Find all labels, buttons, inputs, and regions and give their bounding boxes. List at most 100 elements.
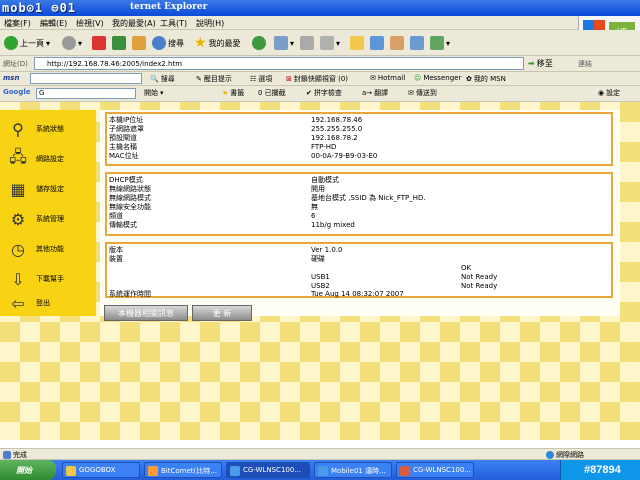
ie-icon [318, 466, 328, 476]
stop-icon [92, 36, 106, 50]
network-icon: 🖧 [9, 146, 27, 166]
messenger-button[interactable] [370, 34, 384, 52]
forward-arrow-icon [62, 36, 76, 50]
translate-icon: a→ [362, 89, 373, 97]
mail-icon: ✉ [370, 74, 376, 82]
spellcheck-button[interactable]: ✔ 拼字檢查 [306, 88, 342, 98]
about-device-button[interactable]: 本機器相關訊息 [104, 305, 188, 321]
info-value: Ver 1.0.0 [311, 246, 343, 254]
taskbar-item-mobile01[interactable]: Mobile01 議時... [314, 462, 392, 478]
menu-file[interactable]: 檔案(F) [4, 18, 31, 29]
info-value: 無 [311, 203, 318, 211]
back-button[interactable]: 上一頁 ▾ [4, 34, 50, 52]
edit-icon [320, 36, 334, 50]
msn-search-input[interactable] [30, 73, 142, 84]
device-status: OK [461, 264, 472, 272]
info-value: 自動模式 [311, 176, 339, 184]
device-status: Not Ready [461, 282, 498, 290]
globe-icon [546, 451, 554, 459]
messenger-icon: ☺ [414, 74, 422, 82]
msn-logo: msn [3, 74, 20, 82]
forward-button[interactable]: ▾ [62, 34, 82, 52]
info-label: 本機IP位址 [109, 116, 144, 124]
research-button[interactable] [390, 34, 404, 52]
watermark-text: #87894 [584, 464, 621, 476]
nav-item-system-status[interactable]: ⚲ 系統狀態 [0, 114, 96, 144]
nav-item-logout[interactable]: ⇦ 登出 [0, 292, 96, 314]
folder-button[interactable] [350, 34, 364, 52]
menu-view[interactable]: 檢視(V) [76, 18, 104, 29]
messenger-icon [370, 36, 384, 50]
hotmail-button[interactable]: ✉ Hotmail [370, 74, 405, 82]
refresh-icon [112, 36, 126, 50]
nav-item-storage-settings[interactable]: ▦ 儲存設定 [0, 174, 96, 204]
info-label: 頻道 [109, 212, 123, 220]
send-to-button[interactable]: ✉ 傳送到 [408, 88, 437, 98]
highlight-button[interactable]: ✎ 醒目提示 [196, 74, 232, 84]
start-button[interactable]: 開始 [0, 460, 56, 480]
info-value: Tue Aug 14 08:32:07 2007 [311, 290, 404, 298]
history-button[interactable] [252, 34, 266, 52]
stop-button[interactable] [92, 34, 106, 52]
magnifier-icon: ⚲ [12, 119, 24, 139]
bookmarks-button[interactable]: ★ 書籤 [222, 88, 244, 98]
app-icon [148, 466, 158, 476]
google-search-input[interactable]: G [36, 88, 136, 99]
info-label: 無線網路模式 [109, 194, 151, 202]
google-settings-button[interactable]: ◉ 設定 [598, 88, 620, 98]
refresh-button[interactable] [112, 34, 126, 52]
nav-item-network-settings[interactable]: 🖧 網路設定 [0, 144, 96, 174]
search-button[interactable]: 搜尋 [152, 34, 184, 52]
mail-icon [274, 36, 288, 50]
print-button[interactable] [300, 34, 314, 52]
google-search-button[interactable]: 開始 ▾ [144, 88, 164, 98]
links-button[interactable]: 連結 [578, 59, 592, 69]
favorites-button[interactable]: ★ 我的最愛 [194, 34, 241, 52]
network-info-panel: 本機IP位址 192.168.78.46 子網路遮罩 255.255.255.0 預… [105, 112, 613, 166]
device-status: Not Ready [461, 273, 498, 281]
translate-button[interactable]: a→ 翻譯 [362, 88, 388, 98]
info-value: FTP-HD [311, 143, 337, 151]
back-arrow-icon [4, 36, 18, 50]
taskbar-item-gogobox[interactable]: GOGOBOX [62, 462, 140, 478]
msn-toolbar-button[interactable]: ▾ [430, 34, 450, 52]
menu-help[interactable]: 說明(H) [196, 18, 224, 29]
search-icon [152, 36, 166, 50]
refresh-button[interactable]: 更 新 [192, 305, 252, 321]
popup-blocked-button[interactable]: 0 已攔截 [258, 88, 286, 98]
address-input[interactable]: http://192.168.78.46:2005/index2.htm [34, 57, 524, 70]
my-msn-link[interactable]: ✿ 我的 MSN [466, 74, 506, 84]
msn-toolbar: msn 🔍 搜尋 ✎ 醒目提示 ☷ 選項 ⊠ 封鎖快顯視窗 (0) ✉ Hotmail ☺… [0, 72, 640, 86]
butterfly-icon: ✿ [466, 75, 472, 83]
info-label: 無線網路狀態 [109, 185, 151, 193]
messenger-link[interactable]: ☺ Messenger [414, 74, 461, 82]
edit-button[interactable]: ▾ [320, 34, 340, 52]
nav-item-system-admin[interactable]: ⚙ 系統管理 [0, 204, 96, 234]
info-label: 裝置 [109, 255, 123, 263]
info-value: 11b/g mixed [311, 221, 355, 229]
tool-button[interactable] [410, 34, 424, 52]
nav-item-other-functions[interactable]: ◷ 其他功能 [0, 234, 96, 264]
home-button[interactable] [132, 34, 146, 52]
info-value: 255.255.255.0 [311, 125, 363, 133]
nav-item-download-helper[interactable]: ⇩ 下載幫手 [0, 264, 96, 294]
taskbar-item-bitcomet[interactable]: BitComet(比特... [144, 462, 222, 478]
menu-favorites[interactable]: 我的最愛(A) [112, 18, 156, 29]
go-button[interactable]: ➡ 移至 [528, 58, 553, 69]
google-logo: Google [3, 88, 31, 96]
menu-tools[interactable]: 工具(T) [160, 18, 187, 29]
address-label: 網址(D) [3, 60, 28, 68]
popup-blocker-button[interactable]: ⊠ 封鎖快顯視窗 (0) [286, 74, 348, 84]
block-icon: ⊠ [286, 75, 292, 83]
info-label: DHCP模式 [109, 176, 143, 184]
search-icon: 🔍 [150, 75, 159, 83]
title-bar: mob⊙1 ⊜01 ternet Explorer [0, 0, 640, 16]
info-label: 傳輸模式 [109, 221, 137, 229]
mail-button[interactable]: ▾ [274, 34, 294, 52]
taskbar-item-cg-wlnsc[interactable]: CG-WLNSC100... [396, 462, 474, 478]
msn-search-button[interactable]: 🔍 搜尋 [150, 74, 175, 84]
taskbar-item-cg-wlnsc-active[interactable]: CG-WLNSC100... [226, 462, 310, 478]
status-bar: 完成 網際網路 [0, 448, 640, 460]
menu-edit[interactable]: 編輯(E) [40, 18, 67, 29]
options-button[interactable]: ☷ 選項 [250, 74, 272, 84]
